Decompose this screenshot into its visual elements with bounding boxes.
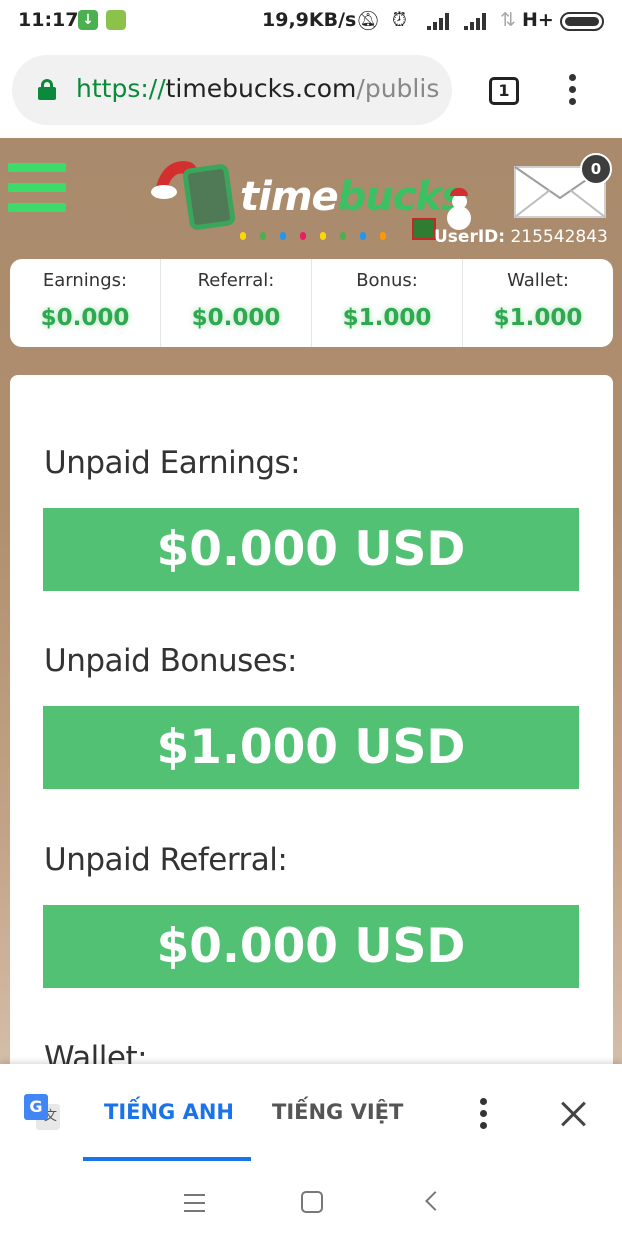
stat-value: $0.000: [191, 305, 281, 331]
back-icon[interactable]: [425, 1191, 445, 1211]
phone-icon: [181, 163, 237, 231]
status-time: 11:17: [18, 9, 79, 31]
stat-value: $1.000: [342, 305, 432, 331]
logo-wordmark: timebucks: [240, 174, 465, 220]
active-tab-indicator: [83, 1157, 251, 1161]
unpaid-earnings-label: Unpaid Earnings:: [44, 445, 301, 481]
user-id: UserID: 215542843: [434, 227, 608, 247]
browser-toolbar: https://timebucks.com/publis 1: [0, 44, 622, 138]
unpaid-referral-label: Unpaid Referral:: [44, 842, 288, 878]
signal-icon-2: [464, 12, 490, 30]
recents-icon[interactable]: [184, 1194, 205, 1212]
unpaid-earnings-amount: $0.000 USD: [43, 508, 579, 591]
alarm-icon: ⏰︎: [392, 9, 407, 31]
close-icon[interactable]: [560, 1100, 588, 1128]
mute-icon: 🔕︎: [356, 10, 381, 32]
unpaid-bonuses-amount: $1.000 USD: [43, 706, 579, 789]
signal-icon: [427, 12, 453, 30]
unpaid-referral-amount: $0.000 USD: [43, 905, 579, 988]
tabs-button[interactable]: 1: [489, 77, 519, 105]
stat-label: Bonus:: [356, 270, 418, 291]
system-nav-bar: [0, 1162, 622, 1244]
stat-wallet: Wallet: $1.000: [463, 259, 613, 347]
download-icon: ↓: [78, 10, 98, 30]
gift-icon: [412, 218, 436, 240]
url-text[interactable]: https://timebucks.com/publis: [76, 74, 439, 103]
stat-earnings: Earnings: $0.000: [10, 259, 161, 347]
unpaid-bonuses-label: Unpaid Bonuses:: [44, 643, 298, 679]
stat-label: Wallet:: [507, 270, 569, 291]
battery-icon: [560, 12, 604, 31]
tab-target-language[interactable]: TIẾNG VIỆT: [272, 1100, 403, 1124]
data-transfer-icon: ⇅: [500, 9, 516, 31]
wallet-label: Wallet:: [44, 1040, 148, 1064]
network-type: H+: [522, 9, 554, 31]
page-content: timebucks 0 UserID: 215542843 Earnings: …: [0, 138, 622, 1064]
stat-value: $1.000: [493, 305, 583, 331]
stat-bonus: Bonus: $1.000: [312, 259, 463, 347]
stat-label: Referral:: [197, 270, 275, 291]
mail-count-badge[interactable]: 0: [580, 153, 612, 185]
translate-more-icon[interactable]: [480, 1098, 488, 1130]
app-notification-icon: [106, 10, 126, 30]
google-translate-icon[interactable]: 文G: [24, 1094, 60, 1130]
home-icon[interactable]: [301, 1191, 323, 1213]
status-bar: 11:17 ↓ 19,9KB/s 🔕︎ ⏰︎ ⇅ H+: [0, 0, 622, 44]
stat-value: $0.000: [40, 305, 130, 331]
snowman-icon: [444, 188, 474, 232]
site-logo[interactable]: timebucks: [146, 152, 476, 242]
unpaid-balances-card: Unpaid Earnings: $0.000 USD Unpaid Bonus…: [10, 375, 613, 1064]
lock-icon[interactable]: [38, 79, 56, 100]
translate-bar: 文G TIẾNG ANH TIẾNG VIỆT: [0, 1064, 622, 1162]
hamburger-menu-icon[interactable]: [8, 163, 66, 213]
tab-source-language[interactable]: TIẾNG ANH: [104, 1100, 234, 1124]
network-speed: 19,9KB/s: [262, 9, 357, 31]
balance-summary: Earnings: $0.000 Referral: $0.000 Bonus:…: [10, 259, 613, 347]
address-bar[interactable]: https://timebucks.com/publis: [12, 55, 452, 125]
stat-referral: Referral: $0.000: [161, 259, 312, 347]
stat-label: Earnings:: [42, 270, 128, 291]
more-vert-icon[interactable]: [569, 74, 577, 106]
